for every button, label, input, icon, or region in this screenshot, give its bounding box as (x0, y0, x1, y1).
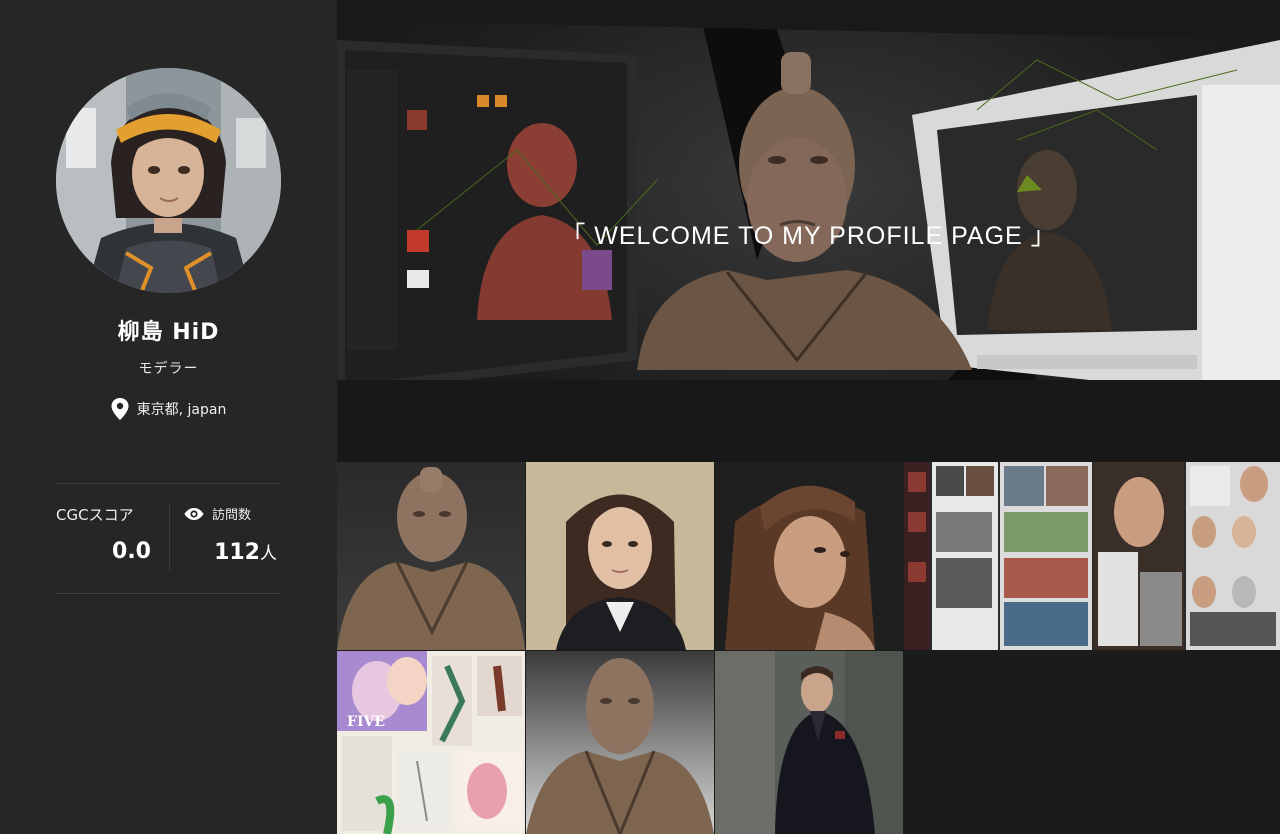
visit-count-unit: 人 (260, 544, 277, 564)
gallery-item[interactable] (715, 651, 903, 834)
profile-stats: CGCスコア 0.0 訪問数 112人 (56, 484, 281, 592)
profile-location: 東京都, japan (0, 398, 337, 420)
hero-title: 「 WELCOME TO MY PROFILE PAGE 」 (560, 222, 1057, 250)
gallery-item[interactable] (526, 462, 714, 650)
gallery-item[interactable] (337, 462, 525, 650)
profile-sidebar: 柳島 HiD モデラー 東京都, japan CGCスコア 0.0 訪問数 11… (0, 0, 337, 834)
cgc-score: CGCスコア 0.0 (56, 504, 169, 564)
location-text: 東京都, japan (136, 402, 227, 418)
svg-text:FIVE: FIVE (347, 714, 385, 730)
visit-count: 訪問数 112人 (170, 504, 281, 565)
avatar[interactable] (56, 68, 281, 293)
visit-count-label: 訪問数 (212, 508, 252, 523)
cgc-score-value: 0.0 (112, 539, 151, 564)
visit-count-value-row: 112人 (170, 539, 281, 565)
gallery-item[interactable] (526, 651, 714, 834)
gallery-item[interactable] (715, 462, 903, 650)
location-pin-icon (111, 398, 129, 420)
eye-icon (184, 507, 204, 520)
cgc-score-label: CGCスコア (56, 506, 134, 524)
gallery-item[interactable] (904, 462, 1280, 650)
hero-banner: 「 WELCOME TO MY PROFILE PAGE 」 (337, 0, 1280, 462)
profile-name: 柳島 HiD (117, 320, 220, 345)
visit-count-header: 訪問数 (170, 504, 281, 523)
profile-role: モデラー (138, 361, 199, 377)
gallery-item[interactable]: FIVE (337, 651, 525, 834)
profile-page: 柳島 HiD モデラー 東京都, japan CGCスコア 0.0 訪問数 11… (0, 0, 1280, 834)
visit-count-value: 112 (214, 540, 260, 565)
stats-bottom-divider (56, 593, 281, 594)
